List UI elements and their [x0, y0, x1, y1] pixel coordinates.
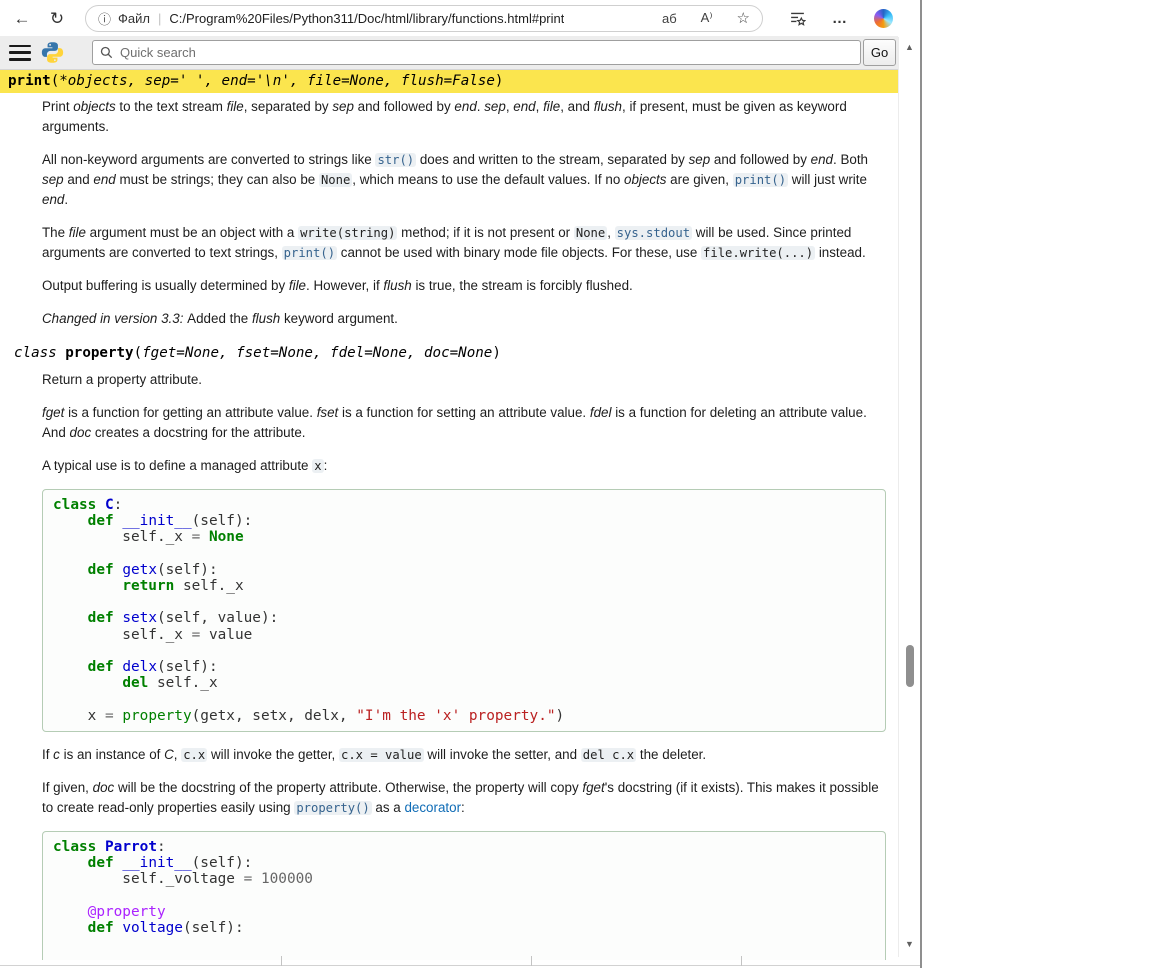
menu-bar	[9, 51, 31, 54]
menu-icon[interactable]	[9, 45, 31, 61]
function-definitions: print(*objects, sep=' ', end='\n', file=…	[0, 70, 898, 960]
bottom-tick	[741, 956, 742, 966]
search-go-button[interactable]: Go	[863, 39, 896, 66]
refresh-button[interactable]: ↻	[44, 5, 70, 31]
doc-paragraph: Print objects to the text stream file, s…	[42, 97, 886, 137]
code-block-class-parrot: class Parrot: def __init__(self): self._…	[42, 831, 886, 960]
doc-paragraph: If c is an instance of C, c.x will invok…	[42, 745, 886, 765]
python-logo-glyph	[41, 41, 64, 64]
translate-icon[interactable]: аб	[662, 11, 677, 26]
address-divider: |	[158, 11, 161, 26]
scroll-up-icon[interactable]: ▲	[899, 42, 920, 52]
doc-paragraph: Return a property attribute.	[42, 370, 886, 390]
code-block-class-c: class C: def __init__(self): self._x = N…	[42, 489, 886, 732]
desktop: ← ↻ ⓘ Файл | C:/Program%20Files/Python31…	[0, 0, 1152, 968]
copilot-icon[interactable]	[874, 9, 893, 28]
link[interactable]: str()	[375, 153, 416, 167]
settings-more-icon[interactable]: …	[832, 10, 848, 27]
url-text[interactable]: C:/Program%20Files/Python311/Doc/html/li…	[169, 11, 564, 26]
property-description: Return a property attribute. fget is a f…	[42, 370, 886, 960]
print-signature: print(*objects, sep=' ', end='\n', file=…	[0, 70, 898, 93]
version-changed-note: Changed in version 3.3: Added the flush …	[42, 309, 886, 329]
bottom-divider	[0, 965, 920, 966]
link[interactable]: print()	[733, 173, 788, 187]
favorites-hub-glyph	[789, 10, 806, 27]
link[interactable]: print()	[282, 246, 337, 260]
doc-paragraph: A typical use is to define a managed att…	[42, 456, 886, 476]
property-signature: class property(fget=None, fset=None, fde…	[14, 345, 886, 361]
back-button[interactable]: ←	[9, 5, 35, 31]
site-info-icon[interactable]: ⓘ	[98, 9, 111, 28]
read-aloud-icon[interactable]: A⁾	[701, 10, 713, 26]
doc-paragraph: If given, doc will be the docstring of t…	[42, 778, 886, 818]
print-description: Print objects to the text stream file, s…	[42, 97, 886, 329]
bottom-tick	[281, 956, 282, 966]
doc-paragraph: fget is a function for getting an attrib…	[42, 403, 886, 443]
scrollbar[interactable]: ▲ ▼	[898, 37, 920, 957]
search-input[interactable]	[120, 45, 853, 60]
python-logo-icon[interactable]	[41, 41, 64, 64]
favorites-hub-icon[interactable]	[789, 10, 806, 27]
scroll-down-icon[interactable]: ▼	[899, 939, 920, 949]
docs-header-bar: Go	[0, 36, 898, 70]
scrollbar-thumb[interactable]	[906, 645, 914, 687]
link[interactable]: decorator	[404, 800, 461, 815]
doc-paragraph: Output buffering is usually determined b…	[42, 276, 886, 296]
doc-page: print(*objects, sep=' ', end='\n', file=…	[0, 70, 898, 968]
link[interactable]: property()	[294, 801, 371, 815]
search-box[interactable]	[92, 40, 861, 65]
address-bar[interactable]: ⓘ Файл | C:/Program%20Files/Python311/Do…	[85, 5, 763, 32]
add-favorite-star-icon[interactable]: ☆	[737, 9, 750, 27]
doc-paragraph: The file argument must be an object with…	[42, 223, 886, 263]
bottom-tick	[531, 956, 532, 966]
browser-toolbar: ← ↻ ⓘ Файл | C:/Program%20Files/Python31…	[0, 0, 920, 36]
browser-window: ← ↻ ⓘ Файл | C:/Program%20Files/Python31…	[0, 0, 922, 968]
search-icon	[100, 46, 113, 59]
menu-bar	[9, 45, 31, 48]
file-protocol-label: Файл	[118, 11, 150, 26]
link[interactable]: sys.stdout	[615, 226, 692, 240]
menu-bar	[9, 58, 31, 61]
doc-paragraph: All non-keyword arguments are converted …	[42, 150, 886, 210]
